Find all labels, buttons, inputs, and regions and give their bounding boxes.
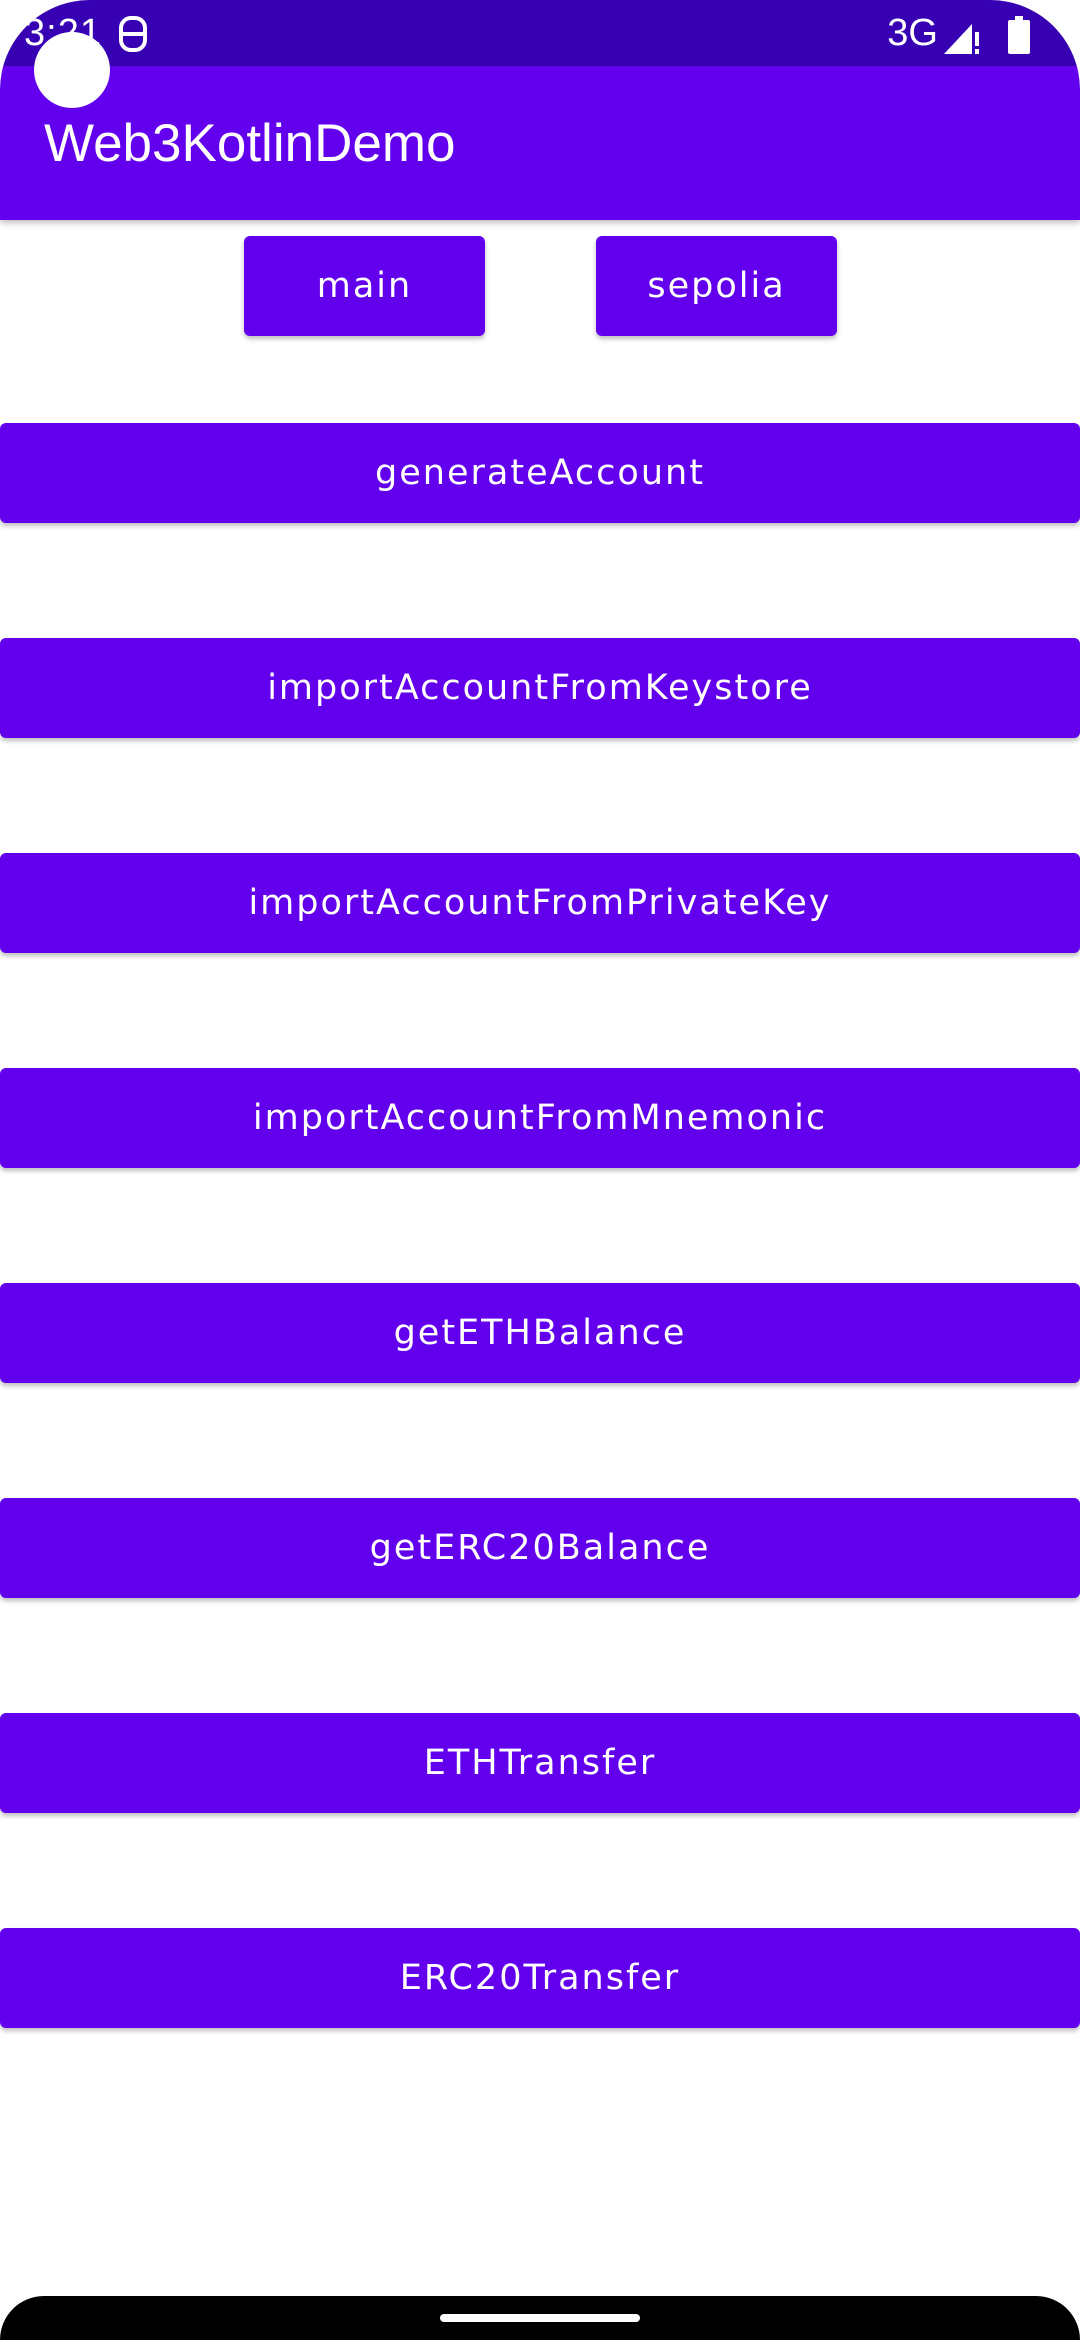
- sepolia-network-button[interactable]: sepolia: [596, 236, 837, 336]
- app-title: Web3KotlinDemo: [44, 114, 456, 173]
- get-erc20-balance-button[interactable]: getERC20Balance: [0, 1498, 1080, 1598]
- network-type: 3G: [887, 12, 938, 54]
- import-private-key-button[interactable]: importAccountFromPrivateKey: [0, 853, 1080, 953]
- main-network-button[interactable]: main: [244, 236, 485, 336]
- generate-account-button[interactable]: generateAccount: [0, 423, 1080, 523]
- erc20-transfer-button[interactable]: ERC20Transfer: [0, 1928, 1080, 2028]
- signal-icon: [944, 24, 979, 54]
- app-bar: Web3KotlinDemo: [0, 66, 1080, 220]
- eth-transfer-button[interactable]: ETHTransfer: [0, 1713, 1080, 1813]
- app-screen: 3:21 3G Web3KotlinDemo main sepolia gene…: [0, 0, 1080, 2340]
- status-bar: 3:21 3G: [0, 0, 1080, 66]
- notification-icon: [119, 16, 147, 52]
- import-keystore-button[interactable]: importAccountFromKeystore: [0, 638, 1080, 738]
- home-handle[interactable]: [440, 2314, 640, 2322]
- get-eth-balance-button[interactable]: getETHBalance: [0, 1283, 1080, 1383]
- import-mnemonic-button[interactable]: importAccountFromMnemonic: [0, 1068, 1080, 1168]
- navigation-bar: [0, 2296, 1080, 2340]
- camera-cutout: [34, 32, 110, 108]
- battery-icon: [1008, 16, 1030, 54]
